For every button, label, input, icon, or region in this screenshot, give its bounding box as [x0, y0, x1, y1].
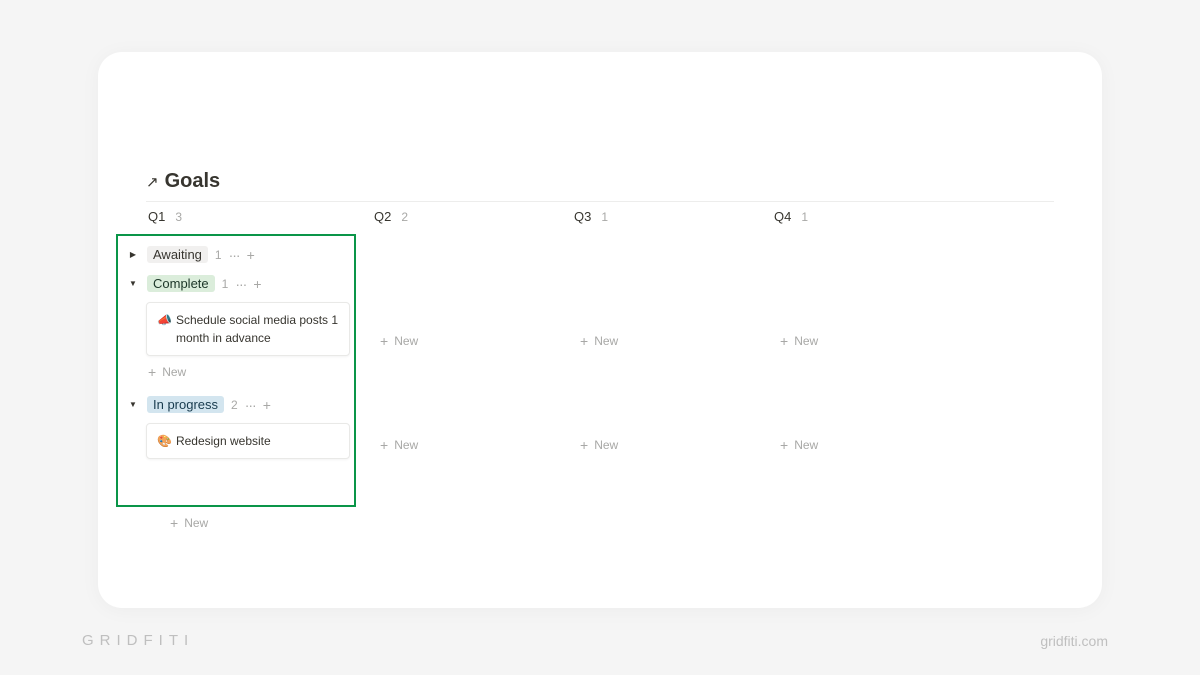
status-tag-complete: Complete: [147, 275, 215, 292]
new-card-button[interactable]: + New: [372, 327, 564, 355]
new-card-button[interactable]: + New: [124, 360, 350, 384]
new-label: New: [162, 365, 186, 379]
highlight-box: ▶ Awaiting 1 ··· + ▼ Complete 1 ··· +: [116, 234, 356, 507]
plus-icon: +: [380, 437, 388, 453]
spacer: [372, 355, 564, 429]
plus-icon: +: [170, 515, 178, 531]
spacer: [572, 234, 764, 325]
plus-icon: +: [380, 333, 388, 349]
card-redesign[interactable]: 🎨 Redesign website: [146, 423, 350, 459]
more-icon[interactable]: ···: [229, 247, 240, 263]
new-label: New: [394, 438, 418, 452]
toggle-right-icon[interactable]: ▶: [126, 250, 140, 259]
new-label: New: [794, 438, 818, 452]
column-header-q1[interactable]: Q1 3: [146, 202, 364, 231]
spacer: [772, 234, 964, 325]
add-icon[interactable]: +: [263, 397, 271, 413]
column-q3: Q3 1 + New + New: [572, 202, 772, 535]
column-header-q4[interactable]: Q4 1: [772, 202, 964, 231]
toggle-down-icon[interactable]: ▼: [126, 400, 140, 409]
new-card-button[interactable]: + New: [772, 431, 964, 459]
column-count: 1: [601, 210, 608, 224]
plus-icon: +: [580, 333, 588, 349]
new-card-button[interactable]: + New: [572, 327, 764, 355]
new-card-button[interactable]: + New: [572, 431, 764, 459]
more-icon[interactable]: ···: [245, 397, 256, 413]
new-card-button[interactable]: + New: [146, 511, 364, 535]
group-header-awaiting[interactable]: ▶ Awaiting 1 ··· +: [126, 240, 350, 269]
column-label: Q1: [146, 209, 167, 224]
column-count: 3: [175, 210, 182, 224]
new-card-button[interactable]: + New: [772, 327, 964, 355]
arrow-upright-icon: ↗: [146, 173, 159, 191]
new-label: New: [594, 334, 618, 348]
group-header-complete[interactable]: ▼ Complete 1 ··· +: [126, 269, 350, 298]
new-label: New: [594, 438, 618, 452]
spacer: [772, 355, 964, 429]
paint-icon: 🎨: [157, 432, 172, 450]
new-card-button[interactable]: + New: [372, 431, 564, 459]
new-label: New: [184, 516, 208, 530]
group-header-in-progress[interactable]: ▼ In progress 2 ··· +: [126, 390, 350, 419]
new-label: New: [794, 334, 818, 348]
group-count: 2: [231, 398, 238, 412]
plus-icon: +: [148, 364, 156, 380]
column-q4: Q4 1 + New + New: [772, 202, 972, 535]
megaphone-icon: 📣: [157, 311, 172, 347]
more-icon[interactable]: ···: [235, 276, 246, 292]
column-count: 1: [801, 210, 808, 224]
watermark-brand: GRIDFITI: [82, 632, 194, 649]
app-window: ↗ Goals Q1 3 ▶ Awaiting 1 ··· +: [98, 52, 1102, 608]
column-q2: Q2 2 + New + New: [372, 202, 572, 535]
plus-icon: +: [780, 437, 788, 453]
watermark-url: gridfiti.com: [1040, 633, 1108, 649]
add-icon[interactable]: +: [253, 276, 261, 292]
group-count: 1: [222, 277, 229, 291]
card-schedule[interactable]: 📣 Schedule social media posts 1 month in…: [146, 302, 350, 356]
page-title-row[interactable]: ↗ Goals: [110, 170, 1054, 201]
board-view: Q1 3 ▶ Awaiting 1 ··· + ▼ Complete 1: [146, 202, 1054, 535]
card-text: Redesign website: [176, 432, 271, 450]
status-tag-awaiting: Awaiting: [147, 246, 208, 263]
column-header-q2[interactable]: Q2 2: [372, 202, 564, 231]
new-label: New: [394, 334, 418, 348]
column-label: Q2: [372, 209, 393, 224]
spacer: [372, 234, 564, 325]
toggle-down-icon[interactable]: ▼: [126, 279, 140, 288]
status-tag-in-progress: In progress: [147, 396, 224, 413]
group-count: 1: [215, 248, 222, 262]
column-label: Q4: [772, 209, 793, 224]
page-content: ↗ Goals Q1 3 ▶ Awaiting 1 ··· +: [98, 52, 1102, 535]
card-text: Schedule social media posts 1 month in a…: [176, 311, 339, 347]
spacer: [572, 355, 764, 429]
plus-icon: +: [580, 437, 588, 453]
column-header-q3[interactable]: Q3 1: [572, 202, 764, 231]
plus-icon: +: [780, 333, 788, 349]
add-icon[interactable]: +: [247, 247, 255, 263]
column-count: 2: [401, 210, 408, 224]
column-q1: Q1 3 ▶ Awaiting 1 ··· + ▼ Complete 1: [146, 202, 372, 535]
page-title: Goals: [165, 170, 221, 193]
column-label: Q3: [572, 209, 593, 224]
